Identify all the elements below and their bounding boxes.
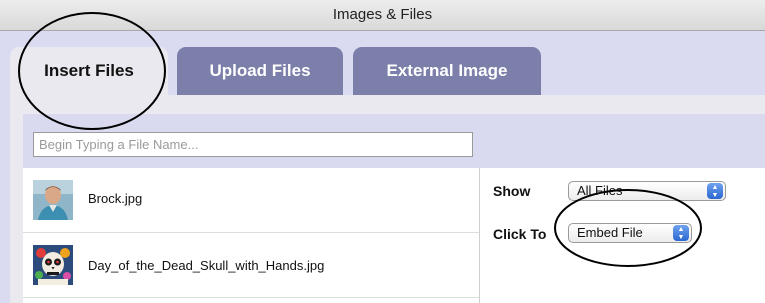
tab-insert-files[interactable]: Insert Files <box>10 47 168 95</box>
file-list-item[interactable]: Day_of_the_Dead_Skull_with_Hands.jpg <box>23 233 479 298</box>
click-to-select-value: Embed File <box>577 225 643 240</box>
select-arrows-icon: ▲ ▼ <box>673 225 689 241</box>
file-list: Brock.jpg Day_of_the_Dead_Skull_with_Han… <box>23 168 480 303</box>
click-to-select[interactable]: Embed File ▲ ▼ <box>568 223 692 243</box>
tab-label: Upload Files <box>209 61 311 80</box>
person-photo-thumbnail <box>33 180 73 220</box>
file-name: Day_of_the_Dead_Skull_with_Hands.jpg <box>88 258 325 273</box>
tab-external-image[interactable]: External Image <box>353 47 541 95</box>
skull-artwork-thumbnail <box>33 245 73 285</box>
file-list-item[interactable]: Brock.jpg <box>23 168 479 233</box>
show-select-value: All Files <box>577 183 623 198</box>
tab-label: Insert Files <box>44 61 134 80</box>
file-name: Brock.jpg <box>88 191 143 206</box>
file-search-input[interactable] <box>33 132 473 157</box>
show-select[interactable]: All Files ▲ ▼ <box>568 181 726 201</box>
click-to-label: Click To <box>493 226 547 242</box>
tab-label: External Image <box>386 61 508 80</box>
show-label: Show <box>493 183 531 199</box>
select-arrows-icon: ▲ ▼ <box>707 183 723 199</box>
window-title: Images & Files <box>332 6 433 23</box>
window-title-bar: Images & Files <box>0 0 765 31</box>
tab-upload-files[interactable]: Upload Files <box>177 47 343 95</box>
